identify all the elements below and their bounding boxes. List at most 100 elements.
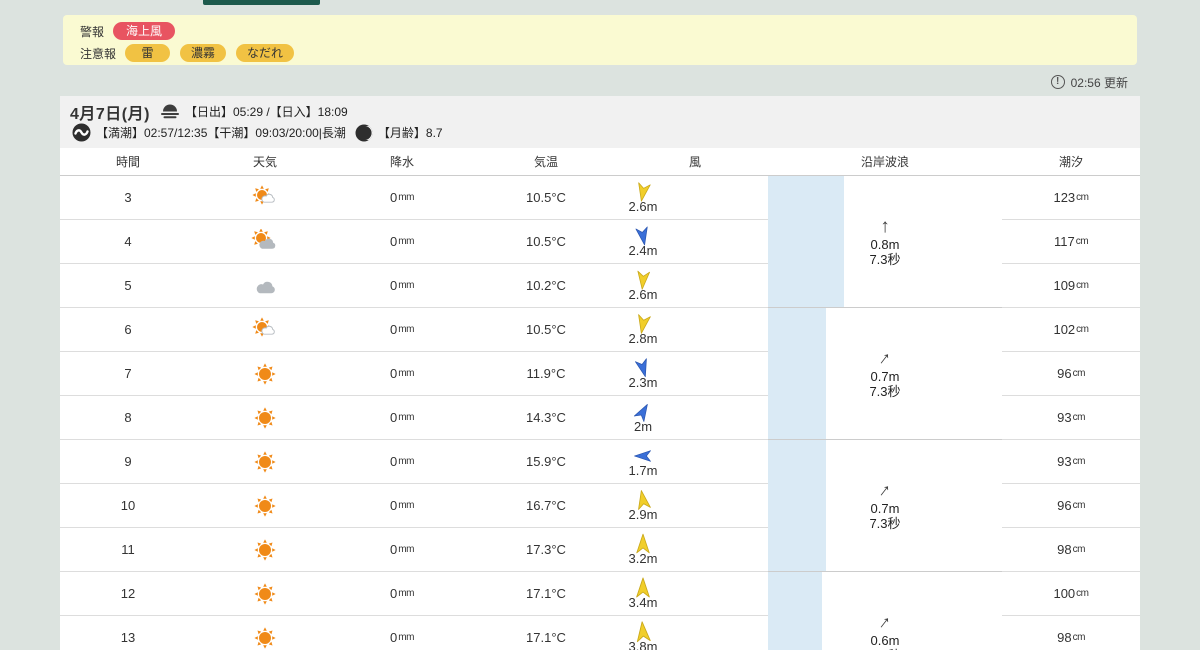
wind-cell: 2.3m: [622, 352, 768, 395]
temp-cell: 15.9°C: [526, 454, 566, 469]
hour-cell: 3: [124, 190, 132, 205]
column-header: 風: [688, 155, 701, 169]
weather-cloudy-icon: [256, 281, 275, 293]
precip-value: 0: [390, 322, 398, 337]
temp-cell: 14.3°C: [526, 410, 566, 425]
hour-cell: 9: [124, 454, 132, 469]
precip-cell: 0 mm: [334, 572, 470, 615]
precip-cell: 0 mm: [334, 396, 470, 439]
column-header: 時間: [115, 155, 140, 169]
wave-height-label: 0.8m: [870, 237, 900, 252]
precip-cell: 0 mm: [334, 220, 470, 263]
precip-value: 0: [390, 278, 398, 293]
date-header-line1: 4月7日(月) 【日出】05:29 /【日入】18:09: [70, 101, 1140, 123]
wind-cell: 3.2m: [622, 528, 768, 571]
temp-cell: 10.5°C: [526, 234, 566, 249]
tide-unit: cm: [1075, 236, 1089, 247]
table-row-left: 9 0 mm 15.9°C 1.7m: [60, 440, 768, 484]
weather-cell: [196, 176, 334, 219]
advisory-pill-list: 雷濃霧 なだれ: [125, 44, 304, 62]
wave-height-label: 0.6m: [870, 633, 900, 648]
warning-label: 警報: [80, 24, 105, 39]
precip-unit: mm: [398, 632, 414, 643]
wind-cell: 1.7m: [622, 440, 768, 483]
temp-cell: 10.5°C: [526, 322, 566, 337]
tide-cell: 93 cm: [1002, 396, 1140, 440]
weather-cell: [196, 528, 334, 571]
wind-cell: 2.6m: [622, 264, 768, 307]
precip-unit: mm: [398, 280, 414, 291]
wind-speed-label: 3.2m: [628, 551, 658, 566]
tide-unit: cm: [1072, 368, 1086, 379]
wave-direction-arrow: ↑: [874, 479, 896, 502]
wind-cell: 2m: [622, 396, 768, 439]
wave-height-bar: [768, 308, 826, 439]
wave-period-label: 7.3秒: [869, 516, 901, 531]
weather-cell: [196, 352, 334, 395]
advisory-pill[interactable]: 雷: [125, 44, 171, 62]
table-row-left: 12 0 mm 17.1°C 3.4m: [60, 572, 768, 616]
weather-cell: [196, 484, 334, 527]
weather-cell: [196, 308, 334, 351]
wave-info: ↑ 0.8m 7.3秒: [869, 216, 900, 267]
date-header: 4月7日(月) 【日出】05:29 /【日入】18:09 【満潮】02:57/1…: [60, 96, 1140, 148]
wind-speed-label: 3.8m: [628, 639, 658, 650]
hour-cell: 11: [121, 542, 135, 557]
wave-info: ↑ 0.7m 7.3秒: [869, 347, 900, 399]
wind-cell: 2.6m: [622, 176, 768, 219]
hour-cell: 7: [124, 366, 132, 381]
tide-cell: 93 cm: [1002, 440, 1140, 484]
wind-speed-label: 2.6m: [628, 199, 658, 214]
warning-pill[interactable]: 海上風: [113, 22, 176, 40]
precip-value: 0: [390, 542, 398, 557]
weather-sunny-icon: [254, 494, 276, 517]
wind-cell: 2.9m: [622, 484, 768, 527]
hour-cell: 8: [124, 410, 132, 425]
weather-sun-cloud-icon: [252, 184, 275, 205]
tide-unit: cm: [1076, 280, 1089, 291]
weather-cell: [196, 572, 334, 615]
wind-speed-label: 2m: [633, 419, 653, 434]
weather-sun-cloud-icon: [252, 316, 275, 337]
weather-sunny-icon: [254, 582, 276, 605]
weather-sunny-icon: [254, 450, 276, 473]
column-header: 潮汐: [1058, 155, 1083, 169]
precip-cell: 0 mm: [334, 176, 470, 219]
tide-value: 109: [1053, 278, 1076, 293]
tide-cell: 102 cm: [1002, 308, 1140, 352]
wave-group: ↑ 0.7m 7.3秒: [768, 308, 1002, 440]
forecast-table: 時間 天気 降水 気温風沿岸波浪 潮汐 3 0 mm 10.5°C 2.6m 123 cm 4 0 mm 1…: [60, 148, 1140, 650]
tide-cell: 100 cm: [1002, 572, 1140, 616]
tide-unit: cm: [1072, 632, 1086, 643]
wind-speed-label: 2.8m: [628, 331, 658, 346]
wave-icon: [72, 123, 91, 142]
tide-value: 117: [1053, 234, 1075, 249]
precip-value: 0: [390, 366, 398, 381]
tide-unit: cm: [1076, 324, 1089, 335]
wave-height-label: 0.7m: [870, 369, 900, 384]
wave-direction-arrow: ↑: [874, 611, 896, 634]
wind-speed-label: 2.6m: [628, 287, 658, 302]
tide-value: 93: [1057, 410, 1072, 425]
wave-height-label: 0.7m: [870, 501, 900, 516]
precip-unit: mm: [398, 368, 414, 379]
table-header-row: 時間 天気 降水 気温 風 沿岸波浪 潮汐: [60, 148, 1140, 176]
hour-cell: 5: [124, 278, 132, 293]
table-row-left: 5 0 mm 10.2°C 2.6m: [60, 264, 768, 308]
precip-value: 0: [390, 498, 398, 513]
wave-height-bar: [768, 440, 826, 571]
advisory-pill[interactable]: 濃霧: [180, 44, 227, 62]
hour-cell: 4: [124, 234, 132, 249]
wind-cell: 3.4m: [622, 572, 768, 615]
alert-box: 警報 海上風 注意報 雷濃霧 なだれ: [63, 15, 1137, 65]
tide-value: 98: [1057, 630, 1072, 645]
column-header: 天気: [252, 155, 277, 169]
weather-sun-graycloud-icon: [251, 228, 276, 249]
weather-sunny-icon: [254, 626, 276, 649]
advisory-pill[interactable]: なだれ: [236, 44, 295, 62]
wind-cell: 2.4m: [622, 220, 768, 263]
update-time-label: 02:56 更新: [1070, 75, 1128, 90]
table-row-left: 7 0 mm 11.9°C 2.3m: [60, 352, 768, 396]
moon-age-info: 【月齢】8.7: [377, 126, 443, 140]
active-tab-indicator[interactable]: [203, 0, 320, 5]
